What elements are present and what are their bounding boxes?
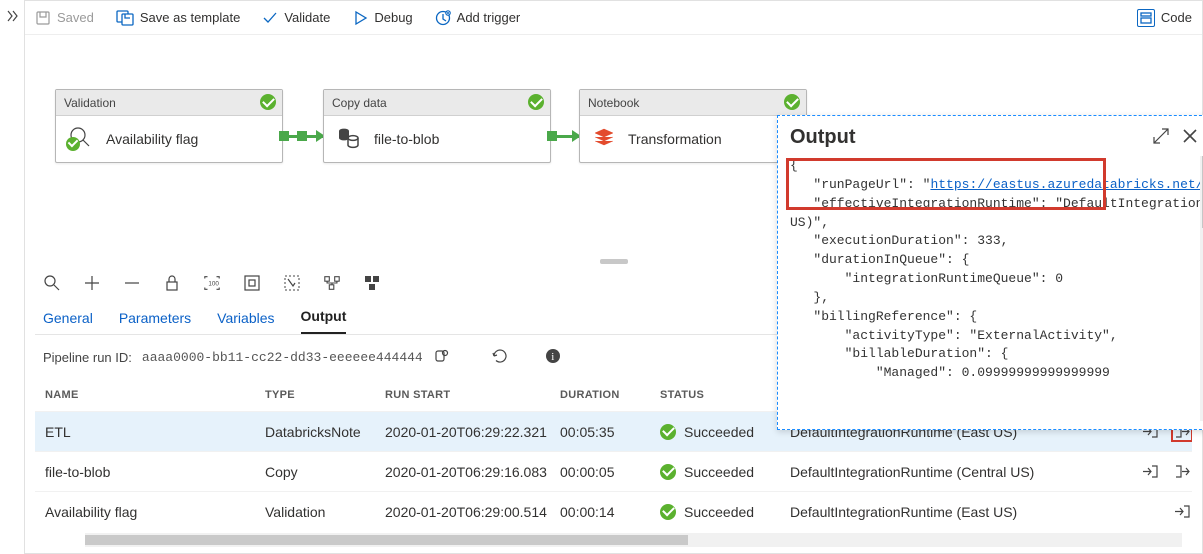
activity-node-header: Validation	[56, 90, 282, 116]
cell-run-start: 2020-01-20T06:29:00.514	[385, 504, 560, 520]
pipeline-connector	[551, 135, 579, 138]
fullscreen-icon[interactable]	[243, 274, 261, 292]
svg-text:i: i	[551, 351, 554, 363]
activity-title: Availability flag	[106, 131, 198, 147]
save-as-template-label: Save as template	[140, 10, 240, 25]
col-run-start: RUN START	[385, 389, 560, 401]
col-type: TYPE	[265, 389, 385, 401]
tab-parameters[interactable]: Parameters	[119, 310, 191, 334]
activity-node-validation[interactable]: Validation Availability flag	[55, 89, 283, 163]
cell-type: Copy	[265, 464, 385, 480]
input-icon[interactable]	[1171, 502, 1192, 522]
cell-duration: 00:00:14	[560, 504, 660, 520]
validate-label: Validate	[284, 10, 330, 25]
popup-json-body[interactable]: { "runPageUrl": "https://eastus.azuredat…	[790, 157, 1203, 383]
svg-text:100: 100	[208, 281, 219, 288]
cell-status: Succeeded	[684, 424, 754, 440]
table-row[interactable]: Availability flag Validation 2020-01-20T…	[35, 491, 1192, 531]
validate-button[interactable]: Validate	[262, 10, 330, 26]
magnifier-check-icon	[68, 125, 94, 154]
activity-node-copy-data[interactable]: Copy data file-to-blob	[323, 89, 551, 163]
saved-label: Saved	[57, 10, 94, 25]
search-icon[interactable]	[43, 274, 61, 292]
toolbar: Saved Save as template Validate Debug Ad…	[25, 1, 1202, 35]
cell-type: Validation	[265, 504, 385, 520]
status-success-icon	[260, 94, 276, 110]
activity-node-notebook[interactable]: Notebook Transformation	[579, 89, 807, 163]
databricks-icon	[592, 126, 616, 153]
activity-type-label: Copy data	[332, 96, 387, 110]
activity-title: file-to-blob	[374, 131, 439, 147]
cell-name: ETL	[45, 424, 265, 440]
tab-output[interactable]: Output	[301, 308, 347, 334]
cell-runtime: DefaultIntegrationRuntime (East US)	[790, 504, 1105, 520]
col-duration: DURATION	[560, 389, 660, 401]
cell-type: DatabricksNote	[265, 424, 385, 440]
tab-general[interactable]: General	[43, 310, 93, 334]
expand-panel-icon[interactable]	[0, 0, 24, 32]
info-icon[interactable]: i	[545, 348, 561, 367]
cell-status: Succeeded	[684, 504, 754, 520]
horizontal-scrollbar[interactable]	[85, 533, 1182, 547]
copy-icon[interactable]	[433, 348, 449, 367]
layout-toggle-icon[interactable]	[363, 274, 381, 292]
code-label: Code	[1161, 10, 1192, 25]
plus-icon[interactable]	[83, 274, 101, 292]
cell-name: Availability flag	[45, 504, 265, 520]
cell-run-start: 2020-01-20T06:29:16.083	[385, 464, 560, 480]
debug-button[interactable]: Debug	[352, 10, 412, 26]
fit-to-content-icon[interactable]: 100	[203, 274, 221, 292]
code-button[interactable]: Code	[1137, 9, 1192, 27]
main-panel: Saved Save as template Validate Debug Ad…	[24, 0, 1203, 554]
status-success-icon	[784, 94, 800, 110]
add-trigger-button[interactable]: Add trigger	[435, 10, 521, 26]
activity-type-label: Validation	[64, 96, 116, 110]
run-id-value: aaaa0000-bb11-cc22-dd33-eeeeee444444	[142, 350, 423, 365]
table-row[interactable]: file-to-blob Copy 2020-01-20T06:29:16.08…	[35, 451, 1192, 491]
select-all-icon[interactable]	[283, 274, 301, 292]
save-as-template-button[interactable]: Save as template	[116, 10, 240, 26]
refresh-icon[interactable]	[491, 347, 509, 368]
activity-type-label: Notebook	[588, 96, 639, 110]
cell-runtime: DefaultIntegrationRuntime (Central US)	[790, 464, 1105, 480]
input-icon[interactable]	[1139, 462, 1161, 482]
activity-title: Transformation	[628, 131, 722, 147]
lock-icon[interactable]	[163, 274, 181, 292]
tab-variables[interactable]: Variables	[217, 310, 274, 334]
status-success-icon	[660, 424, 676, 440]
status-success-icon	[660, 504, 676, 520]
output-popup: Output { "runPageUrl": "https://eastus.a…	[777, 115, 1203, 430]
popup-title: Output	[790, 126, 1144, 149]
code-icon	[1137, 9, 1155, 27]
add-trigger-label: Add trigger	[457, 10, 521, 25]
col-name: NAME	[45, 389, 265, 401]
minus-icon[interactable]	[123, 274, 141, 292]
saved-indicator: Saved	[35, 10, 94, 26]
cell-duration: 00:05:35	[560, 424, 660, 440]
status-success-icon	[660, 464, 676, 480]
run-id-label: Pipeline run ID:	[43, 350, 132, 365]
debug-label: Debug	[374, 10, 412, 25]
pipeline-connector	[283, 135, 323, 138]
expand-icon[interactable]	[1152, 127, 1174, 148]
cell-duration: 00:00:05	[560, 464, 660, 480]
run-page-url-link[interactable]: https://eastus.azuredatabricks.net/?o=00…	[930, 177, 1203, 192]
copy-data-icon	[336, 125, 362, 154]
popup-json-pre: { "runPageUrl": "	[790, 158, 930, 192]
close-icon[interactable]	[1182, 128, 1203, 147]
popup-json-post: ", "effectiveIntegrationRuntime": "Defau…	[790, 177, 1203, 380]
cell-name: file-to-blob	[45, 464, 265, 480]
auto-align-icon[interactable]	[323, 274, 341, 292]
output-icon[interactable]	[1171, 462, 1192, 482]
col-status: STATUS	[660, 389, 790, 401]
activity-node-header: Copy data	[324, 90, 550, 116]
activity-node-header: Notebook	[580, 90, 806, 116]
status-success-icon	[528, 94, 544, 110]
cell-status: Succeeded	[684, 464, 754, 480]
cell-run-start: 2020-01-20T06:29:22.321	[385, 424, 560, 440]
